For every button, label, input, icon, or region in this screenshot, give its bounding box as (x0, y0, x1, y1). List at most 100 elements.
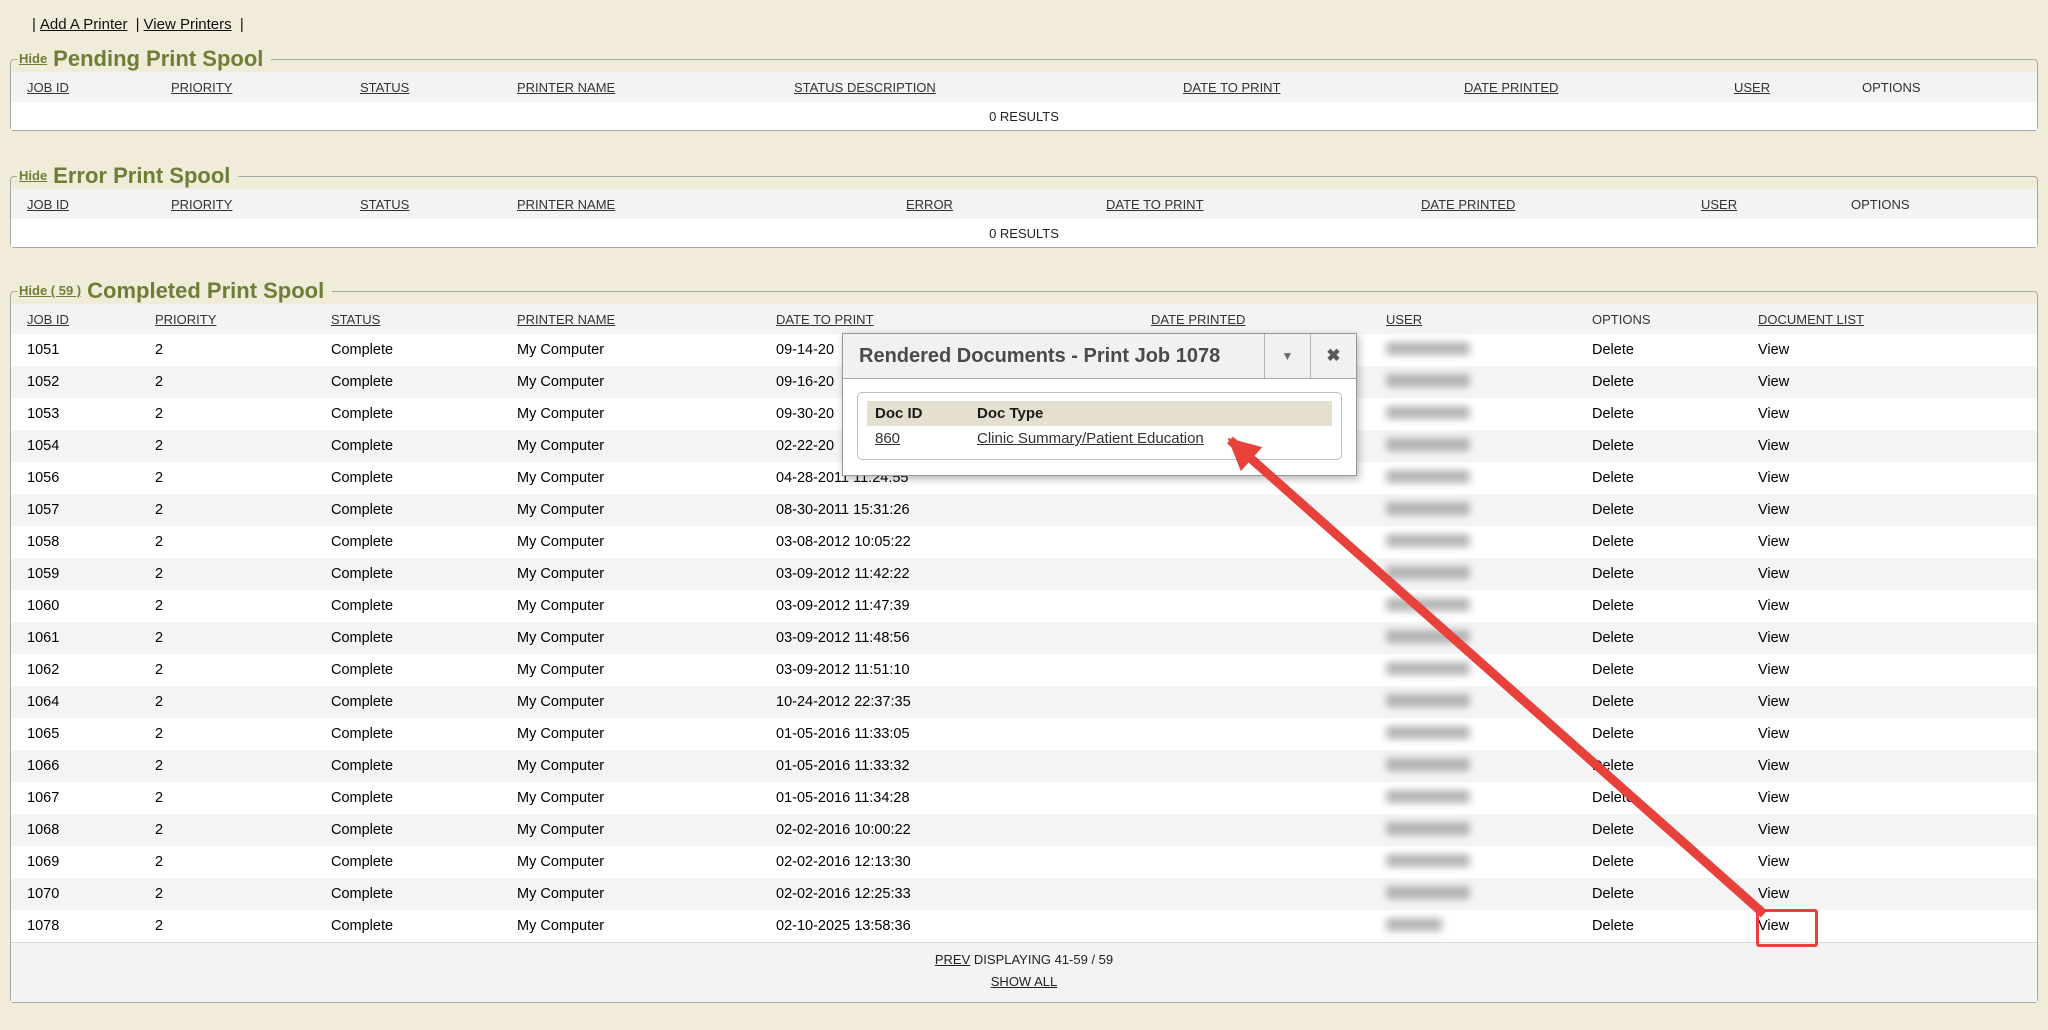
delete-link[interactable]: Delete (1592, 438, 1634, 454)
pending-col-status-description[interactable]: STATUS DESCRIPTION (778, 72, 1167, 102)
view-link[interactable]: View (1758, 918, 1789, 934)
cell-priority: 2 (139, 398, 315, 430)
delete-link[interactable]: Delete (1592, 502, 1634, 518)
pending-col-printer-name[interactable]: PRINTER NAME (501, 72, 778, 102)
completed-col-date-to-print[interactable]: DATE TO PRINT (760, 304, 1135, 334)
view-link[interactable]: View (1758, 886, 1789, 902)
delete-link[interactable]: Delete (1592, 886, 1634, 902)
cell-priority: 2 (139, 366, 315, 398)
view-link[interactable]: View (1758, 694, 1789, 710)
view-link[interactable]: View (1758, 854, 1789, 870)
error-spool-table: JOB ID PRIORITY STATUS PRINTER NAME ERRO… (11, 189, 2037, 247)
completed-col-document-list[interactable]: DOCUMENT LIST (1742, 304, 2037, 334)
cell-job-id: 1065 (11, 718, 139, 750)
pending-col-priority[interactable]: PRIORITY (155, 72, 344, 102)
view-link[interactable]: View (1758, 822, 1789, 838)
delete-link[interactable]: Delete (1592, 406, 1634, 422)
view-link[interactable]: View (1758, 342, 1789, 358)
pending-col-date-printed[interactable]: DATE PRINTED (1448, 72, 1718, 102)
error-col-date-to-print[interactable]: DATE TO PRINT (1090, 189, 1405, 219)
delete-link[interactable]: Delete (1592, 790, 1634, 806)
completed-col-priority[interactable]: PRIORITY (139, 304, 315, 334)
prev-link[interactable]: PREV (935, 952, 970, 967)
delete-link[interactable]: Delete (1592, 566, 1634, 582)
completed-col-user[interactable]: USER (1370, 304, 1576, 334)
delete-link[interactable]: Delete (1592, 854, 1634, 870)
view-link[interactable]: View (1758, 726, 1789, 742)
cell-priority: 2 (139, 590, 315, 622)
error-col-status[interactable]: STATUS (344, 189, 501, 219)
cell-date-printed (1135, 910, 1370, 942)
delete-link[interactable]: Delete (1592, 726, 1634, 742)
completed-col-printer-name[interactable]: PRINTER NAME (501, 304, 760, 334)
delete-link[interactable]: Delete (1592, 662, 1634, 678)
doc-id-link[interactable]: 860 (875, 430, 900, 447)
error-col-error[interactable]: ERROR (890, 189, 1090, 219)
redacted-user-blur (1386, 662, 1470, 675)
cell-user (1370, 654, 1576, 686)
show-all-link[interactable]: SHOW ALL (991, 974, 1057, 989)
view-link[interactable]: View (1758, 374, 1789, 390)
delete-link[interactable]: Delete (1592, 374, 1634, 390)
delete-link[interactable]: Delete (1592, 342, 1634, 358)
view-link[interactable]: View (1758, 630, 1789, 646)
delete-link[interactable]: Delete (1592, 630, 1634, 646)
cell-printer-name: My Computer (501, 366, 760, 398)
pending-col-job-id[interactable]: JOB ID (11, 72, 155, 102)
cell-job-id: 1061 (11, 622, 139, 654)
view-link[interactable]: View (1758, 758, 1789, 774)
delete-link[interactable]: Delete (1592, 534, 1634, 550)
completed-hide-link[interactable]: Hide ( 59 ) (19, 283, 81, 298)
close-icon[interactable]: ✖ (1310, 334, 1356, 378)
doc-type-link[interactable]: Clinic Summary/Patient Education (977, 430, 1204, 447)
pending-col-user[interactable]: USER (1718, 72, 1846, 102)
error-col-printer-name[interactable]: PRINTER NAME (501, 189, 890, 219)
view-link[interactable]: View (1758, 406, 1789, 422)
delete-link[interactable]: Delete (1592, 758, 1634, 774)
error-hide-link[interactable]: Hide (19, 168, 47, 183)
completed-col-status[interactable]: STATUS (315, 304, 501, 334)
completed-col-date-printed[interactable]: DATE PRINTED (1135, 304, 1370, 334)
view-link[interactable]: View (1758, 790, 1789, 806)
cell-printer-name: My Computer (501, 398, 760, 430)
error-col-date-printed[interactable]: DATE PRINTED (1405, 189, 1685, 219)
view-printers-link[interactable]: View Printers (144, 16, 232, 33)
doc-col-id: Doc ID (867, 401, 969, 426)
error-col-priority[interactable]: PRIORITY (155, 189, 344, 219)
delete-link[interactable]: Delete (1592, 470, 1634, 486)
view-link[interactable]: View (1758, 662, 1789, 678)
pending-hide-link[interactable]: Hide (19, 51, 47, 66)
delete-link[interactable]: Delete (1592, 918, 1634, 934)
cell-user (1370, 750, 1576, 782)
cell-date-to-print: 01-05-2016 11:33:05 (760, 718, 1135, 750)
view-link[interactable]: View (1758, 598, 1789, 614)
view-link[interactable]: View (1758, 534, 1789, 550)
pending-col-date-to-print[interactable]: DATE TO PRINT (1167, 72, 1448, 102)
cell-printer-name: My Computer (501, 462, 760, 494)
cell-printer-name: My Computer (501, 782, 760, 814)
error-col-user[interactable]: USER (1685, 189, 1835, 219)
caret-down-icon[interactable]: ▼ (1264, 334, 1310, 378)
cell-user (1370, 366, 1576, 398)
error-col-job-id[interactable]: JOB ID (11, 189, 155, 219)
table-row: 1069 2 Complete My Computer 02-02-2016 1… (11, 846, 2037, 878)
table-row: 1066 2 Complete My Computer 01-05-2016 1… (11, 750, 2037, 782)
view-link[interactable]: View (1758, 470, 1789, 486)
delete-link[interactable]: Delete (1592, 822, 1634, 838)
top-nav: |Add A Printer |View Printers | (10, 16, 2038, 36)
pending-col-status[interactable]: STATUS (344, 72, 501, 102)
completed-col-job-id[interactable]: JOB ID (11, 304, 139, 334)
cell-user (1370, 462, 1576, 494)
cell-date-printed (1135, 814, 1370, 846)
redacted-user-blur (1386, 790, 1470, 803)
document-row: 860 Clinic Summary/Patient Education (867, 426, 1332, 451)
delete-link[interactable]: Delete (1592, 598, 1634, 614)
completed-spool-title: Completed Print Spool (81, 278, 324, 303)
delete-link[interactable]: Delete (1592, 694, 1634, 710)
add-a-printer-link[interactable]: Add A Printer (40, 16, 128, 33)
view-link[interactable]: View (1758, 502, 1789, 518)
cell-date-printed (1135, 750, 1370, 782)
view-link[interactable]: View (1758, 566, 1789, 582)
view-link[interactable]: View (1758, 438, 1789, 454)
redacted-user-blur (1386, 598, 1470, 611)
